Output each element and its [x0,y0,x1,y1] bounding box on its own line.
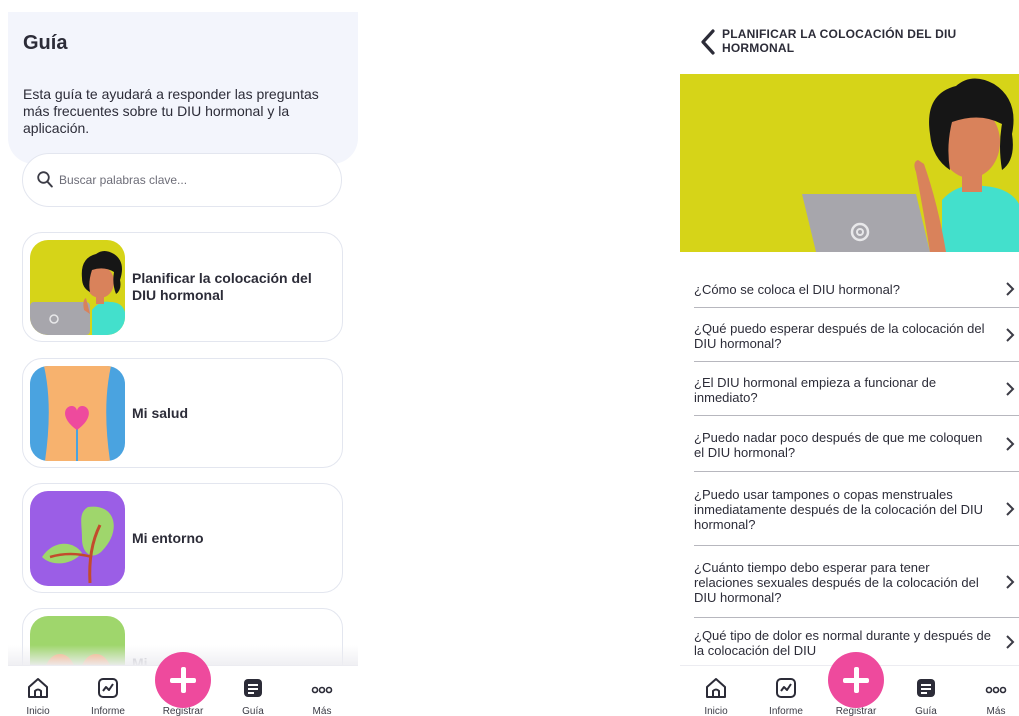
more-icon [311,686,333,694]
faq-item[interactable]: ¿Qué puedo esperar después de la colocac… [694,308,1019,362]
bottom-nav: Inicio Informe Registrar Guía Más [680,652,1019,716]
chevron-right-icon [1006,635,1015,649]
search-icon [37,171,53,188]
chart-icon [776,678,796,698]
guide-screen: Guía Esta guía te ayudará a responder la… [8,0,358,716]
plus-icon[interactable] [828,652,884,708]
faq-item[interactable]: ¿El DIU hormonal empieza a funcionar de … [694,362,1019,416]
tab-inicio[interactable]: Inicio [686,676,746,716]
guide-card-plan[interactable]: Planificar la colocación del DIU hormona… [22,232,343,342]
faq-item[interactable]: ¿Cómo se coloca el DIU hormonal? [694,270,1019,308]
leaf-icon [42,506,114,584]
topic-screen: PLANIFICAR LA COLOCACIÓN DEL DIU HORMONA… [680,0,1019,716]
chevron-right-icon [1006,436,1015,451]
heart-body-icon [44,366,111,461]
tab-registrar[interactable]: Registrar [826,652,886,716]
environment-illustration [30,491,125,586]
document-icon [244,679,262,697]
tab-registrar[interactable]: Registrar [153,652,213,716]
tab-mas[interactable]: Más [292,676,352,716]
guide-description: Esta guía te ayudará a responder las pre… [23,86,319,136]
chevron-right-icon [1006,327,1015,342]
guide-card-environment[interactable]: Mi entorno [22,483,343,593]
card-label: Planificar la colocación del DIU hormona… [132,270,312,303]
tab-mas[interactable]: Más [966,676,1019,716]
chevron-right-icon [1006,381,1015,396]
tab-informe[interactable]: Informe [756,676,816,716]
chart-icon [98,678,118,698]
document-icon [917,679,935,697]
tab-informe[interactable]: Informe [78,676,138,716]
home-icon [706,678,726,698]
faq-item[interactable]: ¿Puedo nadar poco después de que me colo… [694,416,1019,472]
page-title: Guía [23,32,68,54]
faq-item[interactable]: ¿Cuánto tiempo debo esperar para tener r… [694,546,1019,618]
bottom-nav: Inicio Informe Registrar Guía Más [8,652,358,716]
chevron-right-icon [1006,281,1015,296]
plan-illustration [30,240,125,335]
page-title: PLANIFICAR LA COLOCACIÓN DEL DIU HORMONA… [722,27,957,55]
chevron-right-icon [1006,574,1015,589]
faq-list: ¿Cómo se coloca el DIU hormonal? ¿Qué pu… [694,270,1019,666]
woman-laptop-icon [30,251,125,335]
more-icon [985,686,1007,694]
chevron-right-icon [1006,501,1015,516]
faq-item[interactable]: ¿Puedo usar tampones o copas menstruales… [694,472,1019,546]
tab-guia[interactable]: Guía [223,676,283,716]
home-icon [28,678,48,698]
search-placeholder: Buscar palabras clave... [59,173,188,187]
health-illustration [30,366,125,461]
tab-guia[interactable]: Guía [896,676,956,716]
search-input[interactable]: Buscar palabras clave... [22,153,342,207]
plus-icon[interactable] [155,652,211,708]
tab-inicio[interactable]: Inicio [8,676,68,716]
back-arrow-icon[interactable] [700,29,716,55]
hero-illustration [680,74,1019,252]
woman-laptop-icon [802,78,1019,252]
card-label: Mi salud [132,404,189,421]
card-label: Mi entorno [132,529,204,546]
guide-card-health[interactable]: Mi salud [22,358,343,468]
